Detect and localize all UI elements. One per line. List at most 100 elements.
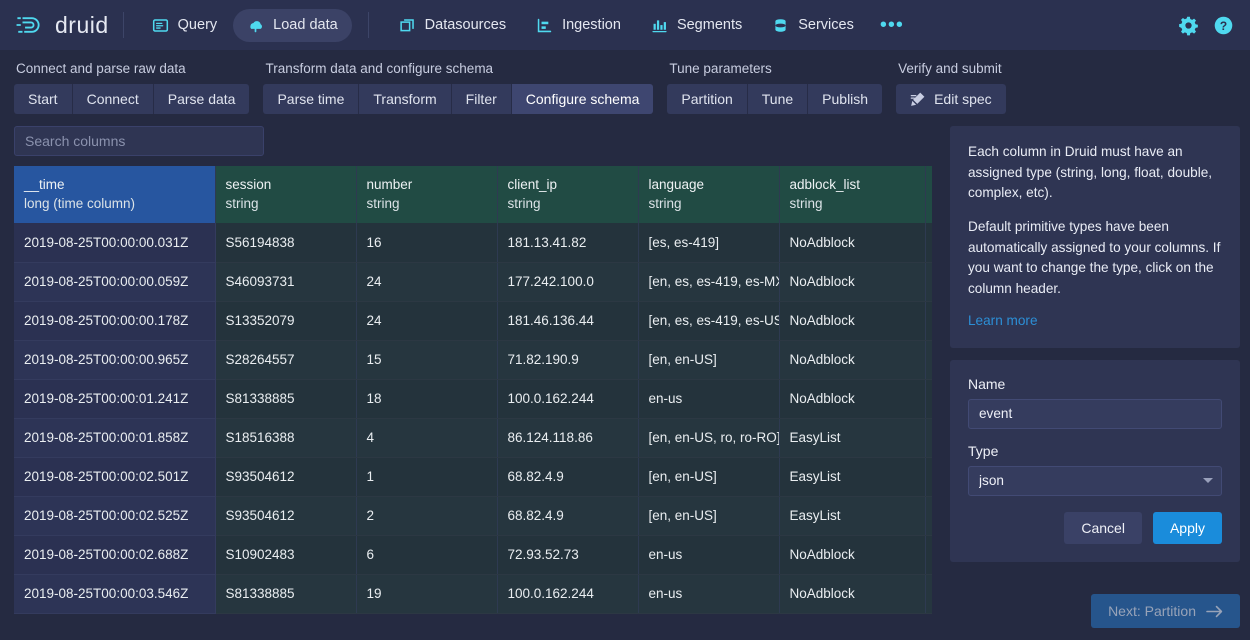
table-cell: [en, es, es-419, es-US] — [638, 301, 779, 340]
table-cell: NoAdblock — [779, 301, 925, 340]
step-button-tune[interactable]: Tune — [748, 84, 808, 114]
column-header-time[interactable]: __time long (time column) — [14, 166, 215, 223]
table-cell: 6 — [356, 535, 497, 574]
column-type: string — [790, 194, 915, 213]
step-button-start[interactable]: Start — [14, 84, 73, 114]
apply-button[interactable]: Apply — [1153, 512, 1222, 544]
nav-item-segments[interactable]: Segments — [637, 9, 756, 42]
nav-item-label: Ingestion — [562, 17, 621, 33]
column-header-app[interactable]: ap st — [925, 166, 932, 223]
table-cell: [en, es, es-419, es-MX] — [638, 262, 779, 301]
table-cell: S81338885 — [215, 379, 356, 418]
nav-item-label: Services — [798, 17, 854, 33]
table-cell: 1 — [356, 457, 497, 496]
table-row: 2019-08-25T00:00:02.525ZS93504612268.82.… — [14, 496, 932, 535]
nav-item-services[interactable]: Services — [758, 9, 868, 42]
table-cell: 100.0.162.244 — [497, 574, 638, 613]
table-cell: 2019-08-25T00:00:00.965Z — [14, 340, 215, 379]
column-name: __time — [24, 175, 205, 194]
step-button-parse-time[interactable]: Parse time — [263, 84, 359, 114]
table-cell: 15 — [356, 340, 497, 379]
column-type: string — [226, 194, 346, 213]
cancel-button[interactable]: Cancel — [1064, 512, 1142, 544]
step-button-group: Parse time Transform Filter Configure sc… — [263, 84, 653, 114]
table-cell: 4 — [356, 418, 497, 457]
table-cell: [en, en-US] — [638, 340, 779, 379]
brand-name: druid — [55, 12, 109, 39]
step-button-publish[interactable]: Publish — [808, 84, 882, 114]
column-header-adblock-list[interactable]: adblock_list string — [779, 166, 925, 223]
schema-table-container[interactable]: __time long (time column) session string… — [14, 166, 932, 640]
nav-item-ingestion[interactable]: Ingestion — [522, 9, 635, 42]
type-select[interactable]: jsonstringlongfloatdouble — [968, 466, 1222, 496]
schema-table: __time long (time column) session string… — [14, 166, 932, 614]
table-cell: en-us — [638, 379, 779, 418]
step-button-connect[interactable]: Connect — [73, 84, 154, 114]
column-header-session[interactable]: session string — [215, 166, 356, 223]
nav-divider-2 — [368, 12, 369, 38]
step-navigation: Connect and parse raw data Start Connect… — [0, 50, 1250, 126]
column-header-client-ip[interactable]: client_ip string — [497, 166, 638, 223]
nav-item-label: Segments — [677, 17, 742, 33]
step-group-connect: Connect and parse raw data Start Connect… — [14, 61, 249, 114]
step-button-group: Start Connect Parse data — [14, 84, 249, 114]
nav-item-label: Datasources — [425, 17, 506, 33]
nav-item-load-data[interactable]: Load data — [233, 9, 352, 42]
nav-item-label: Query — [178, 17, 218, 33]
next-button-wrap: Next: Partition — [1091, 594, 1240, 628]
column-header-number[interactable]: number string — [356, 166, 497, 223]
step-button-partition[interactable]: Partition — [667, 84, 747, 114]
table-cell: 24 — [356, 301, 497, 340]
learn-more-link[interactable]: Learn more — [968, 313, 1038, 328]
next-partition-button[interactable]: Next: Partition — [1091, 594, 1240, 628]
search-input[interactable] — [14, 126, 264, 156]
type-field-label: Type — [968, 443, 1222, 459]
column-type: string — [508, 194, 628, 213]
svg-text:?: ? — [1220, 18, 1227, 32]
info-card: Each column in Druid must have an assign… — [950, 126, 1240, 348]
table-cell: S10902483 — [215, 535, 356, 574]
table-cell: 1. — [925, 262, 932, 301]
table-cell: S93504612 — [215, 457, 356, 496]
nav-item-datasources[interactable]: Datasources — [385, 9, 520, 42]
table-row: 2019-08-25T00:00:03.546ZS8133888519100.0… — [14, 574, 932, 613]
druid-logo[interactable]: druid — [14, 12, 109, 39]
step-group-label: Connect and parse raw data — [14, 61, 249, 76]
gear-icon[interactable] — [1178, 15, 1199, 36]
table-cell: S46093731 — [215, 262, 356, 301]
step-button-transform[interactable]: Transform — [359, 84, 451, 114]
ingestion-icon — [536, 17, 553, 34]
nav-item-label: Load data — [273, 17, 338, 33]
nav-divider-1 — [123, 12, 124, 38]
info-paragraph-1: Each column in Druid must have an assign… — [968, 142, 1222, 204]
name-field-label: Name — [968, 376, 1222, 392]
help-icon[interactable]: ? — [1213, 15, 1234, 36]
column-name: number — [367, 175, 487, 194]
column-name: session — [226, 175, 346, 194]
step-button-configure-schema[interactable]: Configure schema — [512, 84, 654, 114]
edit-spec-icon — [910, 91, 926, 107]
step-button-filter[interactable]: Filter — [452, 84, 512, 114]
table-cell: S13352079 — [215, 301, 356, 340]
table-cell: EasyList — [779, 418, 925, 457]
step-group-label: Tune parameters — [667, 61, 882, 76]
table-cell: 2019-08-25T00:00:00.059Z — [14, 262, 215, 301]
table-row: 2019-08-25T00:00:00.178ZS1335207924181.4… — [14, 301, 932, 340]
step-button-edit-spec[interactable]: Edit spec — [896, 84, 1006, 114]
table-row: 2019-08-25T00:00:00.965ZS282645571571.82… — [14, 340, 932, 379]
step-button-parse-data[interactable]: Parse data — [154, 84, 250, 114]
step-group-label: Verify and submit — [896, 61, 1006, 76]
table-cell: 1. — [925, 574, 932, 613]
table-cell: 68.82.4.9 — [497, 457, 638, 496]
nav-more-button[interactable]: ••• — [870, 20, 914, 30]
table-cell: NoAdblock — [779, 574, 925, 613]
name-input[interactable] — [968, 399, 1222, 429]
table-cell: 2019-08-25T00:00:02.501Z — [14, 457, 215, 496]
step-group-tune: Tune parameters Partition Tune Publish — [667, 61, 882, 114]
table-cell: NoAdblock — [779, 340, 925, 379]
table-cell: en-us — [638, 535, 779, 574]
nav-item-query[interactable]: Query — [138, 9, 232, 42]
column-header-language[interactable]: language string — [638, 166, 779, 223]
column-type: string — [649, 194, 769, 213]
query-icon — [152, 17, 169, 34]
